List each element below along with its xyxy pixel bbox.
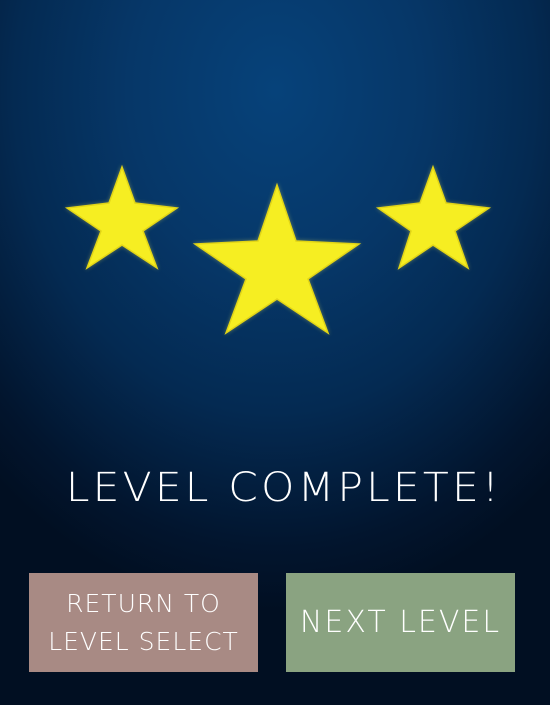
return-to-level-select-button[interactable]: RETURN TO LEVEL SELECT [29,573,258,672]
level-complete-screen: LEVEL COMPLETE! RETURN TO LEVEL SELECT N… [0,0,550,705]
next-level-button[interactable]: NEXT LEVEL [286,573,515,672]
star-center-icon [192,182,362,335]
level-complete-title: LEVEL COMPLETE! [65,465,503,511]
return-button-label-line1: RETURN TO [66,588,221,618]
star-rating [64,164,492,335]
return-button-label-line2: LEVEL SELECT [48,626,239,656]
star-left-icon [64,164,180,270]
star-right-icon [375,164,492,270]
return-button-label: RETURN TO LEVEL SELECT [48,585,239,661]
